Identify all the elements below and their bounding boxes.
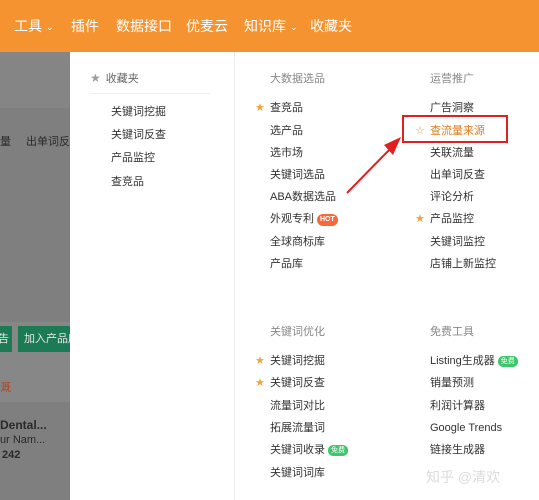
watermark-text: 知乎 @清欢 (426, 469, 501, 485)
arrow-annotation (346, 137, 401, 194)
arrow-line (346, 146, 393, 194)
